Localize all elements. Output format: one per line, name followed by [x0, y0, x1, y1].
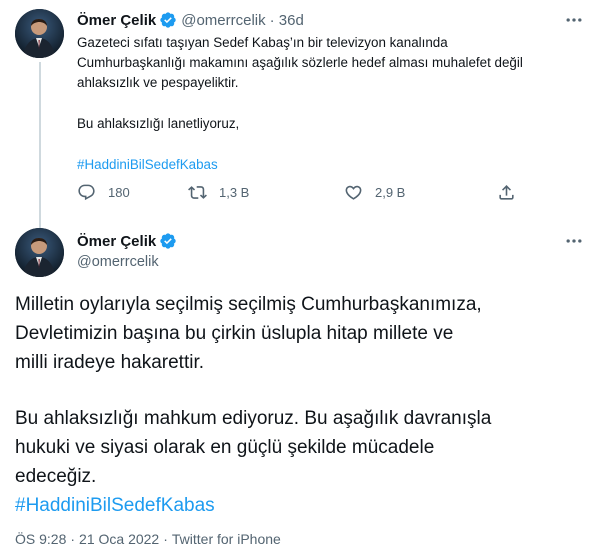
meta-separator: ·	[163, 531, 168, 547]
meta-separator: ·	[70, 531, 76, 547]
author-avatar[interactable]	[15, 228, 64, 277]
heart-icon	[345, 185, 362, 200]
tweet-paragraph: Bu ahlaksızlığı lanetliyoruz,	[77, 116, 240, 131]
more-dots-icon	[566, 18, 582, 22]
tweet-text: Milletin oylarıyla seçilmiş seçilmiş Cum…	[15, 290, 590, 520]
tweet-metadata: ÖS 9:28 · 21 Oca 2022 · Twitter for iPhone	[15, 531, 281, 547]
tweet-header: Ömer Çelik @omerrcelik · 36d	[77, 11, 304, 29]
share-button[interactable]	[497, 183, 516, 202]
verified-badge-icon	[160, 233, 176, 249]
more-options-button[interactable]	[564, 231, 584, 251]
tweet-source: Twitter for iPhone	[171, 531, 281, 547]
thread-connector-line	[39, 62, 41, 237]
retweet-button[interactable]: 1,3 B	[188, 183, 249, 202]
tweet-header: Ömer Çelik	[77, 232, 177, 250]
tweet-age[interactable]: · 36d	[270, 12, 304, 29]
author-handle[interactable]: @omerrcelik	[181, 12, 265, 29]
author-name[interactable]: Ömer Çelik	[77, 12, 156, 29]
more-dots-icon	[566, 239, 582, 243]
verified-badge-icon	[160, 12, 176, 28]
reply-icon	[78, 184, 95, 201]
tweet-paragraph: Gazeteci sıfatı taşıyan Sedef Kabaş’ın b…	[77, 35, 523, 90]
like-button[interactable]: 2,9 B	[344, 183, 405, 202]
tweet-paragraph: Milletin oylarıyla seçilmiş seçilmiş Cum…	[15, 294, 482, 373]
retweet-icon	[188, 186, 207, 199]
like-count: 2,9 B	[375, 185, 406, 200]
reply-count: 180	[108, 185, 130, 200]
tweet-paragraph: Bu ahlaksızlığı mahkum ediyoruz. Bu aşağ…	[15, 408, 492, 487]
hashtag-link[interactable]: #HaddiniBilSedefKabas	[15, 491, 590, 520]
tweet-time[interactable]: ÖS 9:28	[15, 531, 66, 547]
share-icon	[499, 185, 514, 200]
retweet-count: 1,3 B	[219, 185, 250, 200]
hashtag-link[interactable]: #HaddiniBilSedefKabas	[77, 155, 582, 175]
parent-tweet[interactable]: Ömer Çelik @omerrcelik · 36d Gazeteci sı…	[0, 0, 597, 237]
author-handle[interactable]: @omerrcelik	[77, 254, 159, 270]
reply-button[interactable]: 180	[77, 183, 130, 202]
author-name[interactable]: Ömer Çelik	[77, 233, 156, 250]
tweet-actions: 180 1,3 B 2,9 B	[77, 183, 582, 207]
tweet-date[interactable]: 21 Oca 2022	[79, 531, 159, 547]
more-options-button[interactable]	[564, 10, 584, 30]
author-avatar[interactable]	[15, 9, 64, 58]
tweet-text: Gazeteci sıfatı taşıyan Sedef Kabaş’ın b…	[77, 33, 582, 175]
